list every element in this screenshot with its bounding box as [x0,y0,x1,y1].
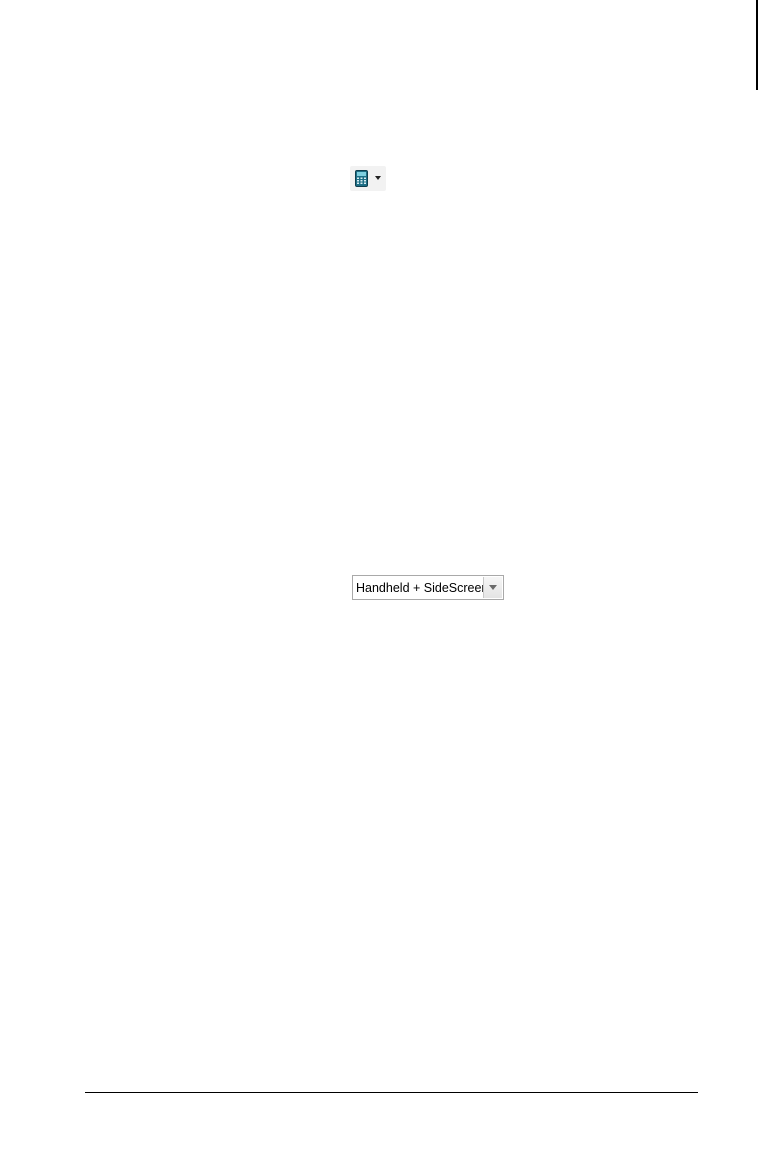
view-mode-select-value: Handheld + SideScreen [356,580,483,595]
handheld-view-button[interactable] [350,166,386,191]
view-mode-select[interactable]: Handheld + SideScreen [352,575,504,600]
page-margin-rule [756,0,758,90]
footer-rule [85,1092,698,1093]
calculator-icon [355,170,368,187]
select-arrow-button[interactable] [483,577,502,598]
caret-down-icon[interactable] [375,176,381,180]
chevron-down-icon [489,585,497,590]
